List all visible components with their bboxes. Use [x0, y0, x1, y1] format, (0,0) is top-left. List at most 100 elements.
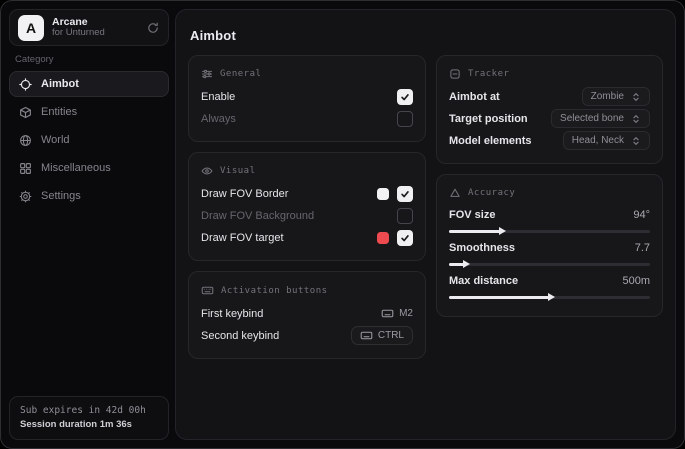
- setting-row-aimbot-at: Aimbot at Zombie: [449, 86, 650, 107]
- fov-target-color-swatch[interactable]: [377, 232, 389, 244]
- fov-background-checkbox[interactable]: [397, 208, 413, 224]
- fov-target-checkbox[interactable]: [397, 230, 413, 246]
- visual-card: Visual Draw FOV Border Draw FOV Backgrou…: [188, 152, 426, 261]
- subscription-status-card: Sub expires in 42d 00h Session duration …: [9, 396, 169, 441]
- app-logo-card: A Arcane for Unturned: [9, 9, 169, 46]
- first-keybind-button[interactable]: M2: [381, 307, 413, 320]
- sidebar-item-label: Aimbot: [41, 78, 79, 90]
- setting-row-fov-border: Draw FOV Border: [201, 183, 413, 204]
- fov-border-checkbox[interactable]: [397, 186, 413, 202]
- setting-label: Target position: [449, 113, 528, 125]
- setting-label: Model elements: [449, 135, 532, 147]
- fov-size-value: 94°: [633, 209, 650, 221]
- setting-label: Aimbot at: [449, 91, 500, 103]
- general-card-header: General: [201, 66, 413, 86]
- card-header-label: Visual: [220, 166, 256, 176]
- category-label: Category: [15, 54, 54, 65]
- setting-label: First keybind: [201, 308, 263, 320]
- app-logo: A: [18, 15, 44, 41]
- sidebar-nav: Aimbot Entities: [9, 71, 169, 209]
- smoothness-slider[interactable]: [449, 260, 650, 268]
- slider-fill: [449, 230, 501, 234]
- grid-icon: [19, 162, 32, 175]
- setting-row-model-elements: Model elements Head, Neck: [449, 130, 650, 151]
- fov-size-slider[interactable]: [449, 227, 650, 235]
- eye-icon: [201, 165, 213, 177]
- sub-expiry-text: Sub expires in 42d 00h: [20, 404, 158, 418]
- crosshair-icon: [19, 78, 32, 91]
- tracker-card-header: Tracker: [449, 66, 650, 86]
- globe-icon: [19, 134, 32, 147]
- sidebar-item-miscellaneous[interactable]: Miscellaneous: [9, 155, 169, 181]
- sidebar-item-world[interactable]: World: [9, 127, 169, 153]
- setting-label: Smoothness: [449, 242, 515, 254]
- app-window: A Arcane for Unturned Category: [0, 0, 685, 449]
- keyboard-icon: [381, 307, 394, 320]
- setting-row-max-distance: Max distance 500m: [449, 271, 650, 304]
- setting-row-fov-size: FOV size 94°: [449, 205, 650, 238]
- enable-checkbox[interactable]: [397, 89, 413, 105]
- sidebar-item-label: Entities: [41, 106, 77, 118]
- activation-card-header: Activation buttons: [201, 282, 413, 303]
- setting-label: Enable: [201, 91, 235, 103]
- setting-label: FOV size: [449, 209, 495, 221]
- keyboard-icon: [360, 329, 373, 342]
- accuracy-card-header: Accuracy: [449, 185, 650, 205]
- sliders-icon: [201, 68, 213, 80]
- fov-border-color-swatch[interactable]: [377, 188, 389, 200]
- slider-thumb[interactable]: [499, 227, 506, 235]
- sidebar-item-label: Miscellaneous: [41, 162, 111, 174]
- max-distance-slider[interactable]: [449, 293, 650, 301]
- second-keybind-button[interactable]: CTRL: [351, 326, 413, 345]
- slider-track: [449, 263, 650, 266]
- setting-row-always: Always: [201, 108, 413, 129]
- activation-card: Activation buttons First keybind M2: [188, 271, 426, 359]
- focus-icon: [449, 68, 461, 80]
- refresh-icon[interactable]: [146, 21, 160, 35]
- accuracy-card: Accuracy FOV size 94°: [436, 174, 663, 317]
- model-elements-dropdown[interactable]: Head, Neck: [563, 131, 650, 150]
- max-distance-value: 500m: [622, 275, 650, 287]
- always-checkbox[interactable]: [397, 111, 413, 127]
- visual-card-header: Visual: [201, 163, 413, 183]
- dropdown-value: Head, Neck: [572, 135, 624, 146]
- sidebar-item-aimbot[interactable]: Aimbot: [9, 71, 169, 97]
- keyboard-icon: [201, 284, 214, 297]
- tracker-card: Tracker Aimbot at Zombie Target position: [436, 55, 663, 164]
- aimbot-at-dropdown[interactable]: Zombie: [582, 87, 650, 106]
- cube-icon: [19, 106, 32, 119]
- keybind-value: M2: [399, 308, 413, 319]
- main-panel: Aimbot General: [175, 9, 676, 440]
- sidebar-item-entities[interactable]: Entities: [9, 99, 169, 125]
- setting-label: Draw FOV Background: [201, 210, 314, 222]
- page-title: Aimbot: [188, 22, 663, 55]
- setting-row-fov-background: Draw FOV Background: [201, 205, 413, 226]
- setting-label: Draw FOV Border: [201, 188, 288, 200]
- session-duration-text: Session duration 1m 36s: [20, 418, 158, 432]
- setting-row-enable: Enable: [201, 86, 413, 107]
- slider-thumb[interactable]: [463, 260, 470, 268]
- setting-label: Draw FOV target: [201, 232, 284, 244]
- chevrons-up-down-icon: [631, 114, 641, 124]
- target-position-dropdown[interactable]: Selected bone: [551, 109, 650, 128]
- setting-row-fov-target: Draw FOV target: [201, 227, 413, 248]
- card-header-label: Accuracy: [468, 188, 515, 198]
- setting-row-target-position: Target position Selected bone: [449, 108, 650, 129]
- slider-fill: [449, 296, 550, 300]
- smoothness-value: 7.7: [635, 242, 650, 254]
- sidebar-item-settings[interactable]: Settings: [9, 183, 169, 209]
- setting-row-second-keybind: Second keybind CTRL: [201, 325, 413, 346]
- gear-icon: [19, 190, 32, 203]
- card-header-label: Activation buttons: [221, 286, 328, 296]
- setting-row-smoothness: Smoothness 7.7: [449, 238, 650, 271]
- card-header-label: General: [220, 69, 261, 79]
- general-card: General Enable Always: [188, 55, 426, 142]
- triangle-icon: [449, 187, 461, 199]
- chevrons-up-down-icon: [631, 92, 641, 102]
- dropdown-value: Selected bone: [560, 113, 624, 124]
- setting-row-first-keybind: First keybind M2: [201, 303, 413, 324]
- setting-label: Always: [201, 113, 236, 125]
- app-subtitle: for Unturned: [52, 28, 138, 39]
- chevrons-up-down-icon: [631, 136, 641, 146]
- slider-thumb[interactable]: [548, 293, 555, 301]
